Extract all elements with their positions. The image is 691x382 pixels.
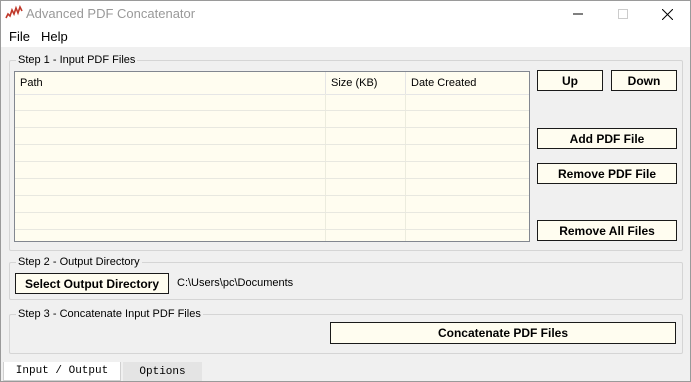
maximize-button[interactable] [600,1,646,27]
select-output-directory-button[interactable]: Select Output Directory [15,273,169,294]
close-button[interactable] [644,1,690,27]
step3-label: Step 3 - Concatenate Input PDF Files [16,308,203,320]
app-logo-icon [5,5,23,19]
remove-pdf-file-button[interactable]: Remove PDF File [537,163,677,184]
step2-label: Step 2 - Output Directory [16,256,142,268]
menu-help[interactable]: Help [41,29,68,44]
list-row [15,94,529,111]
minimize-button[interactable] [555,1,601,27]
maximize-icon [618,9,628,19]
title-bar[interactable]: Advanced PDF Concatenator [1,1,690,27]
list-row [15,162,529,179]
list-row [15,196,529,213]
menu-file[interactable]: File [9,29,30,44]
column-header-path[interactable]: Path [15,72,326,94]
list-row [15,145,529,162]
app-window: Advanced PDF Concatenator File Help Step… [0,0,691,382]
list-row [15,213,529,230]
column-header-size[interactable]: Size (KB) [326,72,406,94]
tab-options[interactable]: Options [123,362,202,381]
close-icon [661,8,673,20]
menu-bar: File Help [1,27,690,47]
column-header-date[interactable]: Date Created [406,72,529,94]
minimize-icon [573,13,583,15]
list-row [15,128,529,145]
list-header: Path Size (KB) Date Created [15,72,529,95]
move-up-button[interactable]: Up [537,70,603,91]
window-title: Advanced PDF Concatenator [26,6,196,21]
add-pdf-file-button[interactable]: Add PDF File [537,128,677,149]
concatenate-pdf-files-button[interactable]: Concatenate PDF Files [330,322,676,344]
list-row [15,179,529,196]
move-down-button[interactable]: Down [611,70,677,91]
pdf-file-list[interactable]: Path Size (KB) Date Created [14,71,530,242]
remove-all-files-button[interactable]: Remove All Files [537,220,677,241]
output-directory-path: C:\Users\pc\Documents [177,277,294,289]
tab-input-output[interactable]: Input / Output [3,362,121,381]
list-row [15,111,529,128]
step1-label: Step 1 - Input PDF Files [16,54,138,66]
